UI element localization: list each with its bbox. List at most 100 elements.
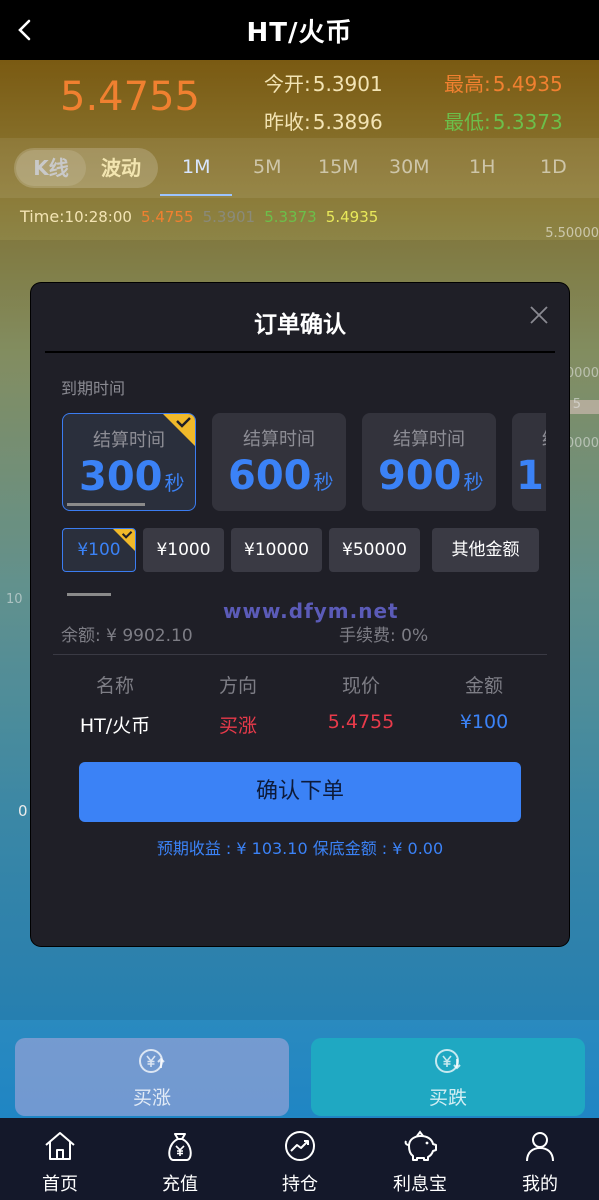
divider [45,351,555,353]
amount-option-1000[interactable]: ¥1000 [143,528,224,572]
chart-mode-toggle: K线 波动 [14,148,158,188]
buy-down-button[interactable]: 买跌 [311,1038,585,1116]
expiry-option-value: 12 [516,453,546,499]
table-header-price: 现价 [341,675,380,697]
time-value: 10:28:00 [64,208,132,226]
table-header-amount: 金额 [464,675,503,697]
checkmark-icon [163,414,195,446]
tab-kline[interactable]: K线 [16,150,86,186]
nav-positions[interactable]: 持仓 [240,1118,360,1200]
watermark: www.dfym.net [223,599,399,623]
chart-tabs: K线 波动 1M 5M 15M 30M 1H 1D [0,138,599,198]
tab-1h[interactable]: 1H [469,156,495,178]
nav-recharge[interactable]: 充值 [120,1118,240,1200]
nav-home[interactable]: 首页 [0,1118,120,1200]
tab-1m[interactable]: 1M [182,156,210,178]
low-label: 最低: [444,110,491,134]
buy-up-button[interactable]: 买涨 [15,1038,289,1116]
ticker-row: Time:10:28:00 5.4755 5.3901 5.3373 5.493… [20,207,382,226]
nav-mine[interactable]: 我的 [480,1118,599,1200]
order-price: 5.4755 [327,711,395,733]
home-icon [45,1132,75,1160]
ticker-value-3: 5.3373 [264,208,317,226]
time-label: Time: [20,207,65,226]
expiry-option-partial[interactable]: 结 12 [512,413,546,511]
nav-label: 持仓 [282,1174,318,1195]
low-value: 5.3373 [492,110,563,134]
ticker-value-4: 5.4935 [325,208,379,226]
table-header-direction: 方向 [218,675,257,697]
balance-text: 余额: ¥ 9902.10 [61,626,193,646]
open-label: 今开: [264,72,311,96]
expiry-option-value: 600 秒 [228,453,334,499]
high-label: 最高: [444,72,491,96]
nav-interest[interactable]: 利息宝 [360,1118,480,1200]
money-bag-icon [168,1133,192,1161]
top-bar: HT/火币 [0,0,599,60]
user-icon [526,1132,554,1162]
page-title: HT/火币 [246,17,353,48]
table-header-name: 名称 [95,675,134,697]
active-tab-indicator [160,194,232,196]
yen-up-icon [139,1049,165,1073]
modal-title: 订单确认 [254,312,346,338]
nav-label: 首页 [42,1174,78,1195]
tab-1d[interactable]: 1D [540,156,567,178]
order-amount: ¥100 [459,711,509,733]
expiry-seconds: 300 [79,454,163,500]
back-arrow-icon[interactable] [14,18,38,42]
nav-label: 充值 [162,1174,198,1195]
expiry-seconds: 900 [378,453,462,499]
ticker-value-1: 5.4755 [141,208,194,226]
expiry-option-600[interactable]: 结算时间 600 秒 [212,413,346,511]
prev-close-label: 昨收: [264,110,311,134]
price-summary: 5.4755 今开: 5.3901 最高: 5.4935 昨收: 5.3896 最低:… [0,60,599,138]
buy-up-label: 买涨 [132,1087,171,1109]
nav-label: 我的 [522,1174,558,1195]
expiry-unit: 秒 [164,471,185,495]
current-price: 5.4755 [60,74,200,120]
confirm-order-button[interactable]: 确认下单 [79,762,521,822]
expiry-option-300[interactable]: 结算时间 300 秒 [62,413,196,511]
countdown-progress [67,503,145,506]
open-stat: 今开: 5.3901 [264,68,383,97]
expiry-option-value: 900 秒 [378,453,484,499]
fee-text: 手续费: 0% [339,626,429,646]
high-value: 5.4935 [492,72,563,96]
amount-option-100[interactable]: ¥100 [62,528,136,572]
order-confirm-modal: 订单确认 到期时间 结算时间 300 秒 结算时间 600 秒 结算时间 900 秒 … [31,283,569,946]
prev-close-stat: 昨收: 5.3896 [264,106,383,135]
low-stat: 最低: 5.3373 [444,106,563,135]
piggy-bank-icon [404,1130,437,1161]
prev-close-value: 5.3896 [312,110,383,134]
expiry-label: 到期时间 [61,379,126,398]
expiry-option-900[interactable]: 结算时间 900 秒 [362,413,496,511]
expiry-option-label: 结 [542,425,546,451]
scroll-indicator [67,593,111,596]
axis-tick: 5.50000 [545,226,599,241]
order-direction: 买涨 [218,715,257,737]
ticker-value-2: 5.3901 [202,208,256,226]
amount-option-10000[interactable]: ¥10000 [231,528,322,572]
high-stat: 最高: 5.4935 [444,68,563,97]
checkmark-icon [113,529,135,551]
expiry-option-value: 300 秒 [79,454,185,500]
divider [53,654,547,655]
expiry-option-label: 结算时间 [393,429,465,450]
expected-profit-text: 预期收益 : ¥ 103.10 保底金额 : ¥ 0.00 [156,839,444,858]
tab-wave[interactable]: 波动 [86,150,156,186]
trend-chart-icon [285,1131,315,1161]
amount-option-50000[interactable]: ¥50000 [329,528,420,572]
bottom-nav: 首页 充值 持仓 利息宝 我的 [0,1118,599,1200]
tab-5m[interactable]: 5M [253,156,281,178]
expiry-unit: 秒 [313,470,334,494]
other-amount-button[interactable]: 其他金额 [432,528,539,572]
tab-15m[interactable]: 15M [318,156,359,178]
buy-down-label: 买跌 [428,1087,467,1109]
order-name: HT/火币 [79,715,151,737]
open-value: 5.3901 [312,72,383,96]
expiry-option-label: 结算时间 [243,429,315,450]
tab-30m[interactable]: 30M [389,156,430,178]
close-icon[interactable] [529,305,549,325]
expiry-seconds: 600 [228,453,312,499]
